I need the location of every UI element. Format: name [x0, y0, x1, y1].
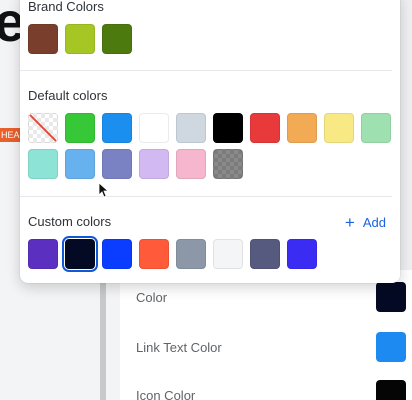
color-swatch[interactable] — [62, 236, 98, 272]
color-swatch[interactable] — [102, 239, 132, 269]
color-swatch[interactable] — [176, 149, 206, 179]
color-swatch[interactable] — [213, 239, 243, 269]
color-swatch[interactable] — [65, 24, 95, 54]
color-swatch[interactable] — [376, 282, 406, 312]
brand-colors-row — [28, 24, 139, 54]
color-swatch[interactable] — [102, 113, 132, 143]
mouse-cursor-icon — [98, 182, 108, 198]
color-swatch[interactable] — [139, 239, 169, 269]
color-swatch[interactable] — [176, 239, 206, 269]
scrollbar[interactable] — [100, 270, 106, 400]
no-color-swatch[interactable] — [28, 113, 58, 143]
color-swatch[interactable] — [376, 332, 406, 362]
color-swatch[interactable] — [65, 149, 95, 179]
brand-colors-title: Brand Colors — [28, 0, 104, 14]
custom-colors-title: Custom colors — [28, 214, 112, 229]
default-colors-row — [28, 149, 250, 179]
add-label: Add — [362, 215, 386, 230]
color-swatch[interactable] — [324, 113, 354, 143]
property-label: Link Text Color — [136, 339, 222, 355]
property-label: Icon Color — [136, 387, 196, 400]
color-swatch[interactable] — [28, 149, 58, 179]
custom-colors-row — [28, 236, 324, 272]
property-label: Color — [136, 289, 168, 305]
color-swatch[interactable] — [102, 149, 132, 179]
divider — [20, 70, 392, 71]
color-swatch[interactable] — [28, 239, 58, 269]
color-swatch[interactable] — [376, 380, 406, 400]
color-swatch[interactable] — [139, 113, 169, 143]
property-row-icon-color[interactable]: Icon Color — [136, 380, 406, 400]
color-swatch[interactable] — [28, 24, 58, 54]
color-swatch[interactable] — [287, 239, 317, 269]
color-swatch[interactable] — [361, 113, 391, 143]
add-color-button[interactable]: + Add — [345, 214, 386, 231]
transparent-swatch[interactable] — [213, 149, 243, 179]
color-swatch[interactable] — [213, 113, 243, 143]
default-colors-row — [28, 113, 398, 143]
color-swatch[interactable] — [65, 113, 95, 143]
color-picker-popover: Brand Colors Default colors Custom color… — [20, 0, 400, 283]
property-row-link-text-color[interactable]: Link Text Color — [136, 332, 406, 362]
color-swatch[interactable] — [102, 24, 132, 54]
color-swatch[interactable] — [287, 113, 317, 143]
color-swatch[interactable] — [176, 113, 206, 143]
plus-icon: + — [344, 213, 355, 232]
color-swatch[interactable] — [250, 113, 280, 143]
default-colors-title: Default colors — [28, 88, 108, 103]
divider — [20, 196, 392, 197]
property-row-color[interactable]: Color — [136, 282, 406, 312]
color-swatch[interactable] — [139, 149, 169, 179]
header-tag: HEA — [0, 128, 22, 142]
color-swatch[interactable] — [250, 239, 280, 269]
